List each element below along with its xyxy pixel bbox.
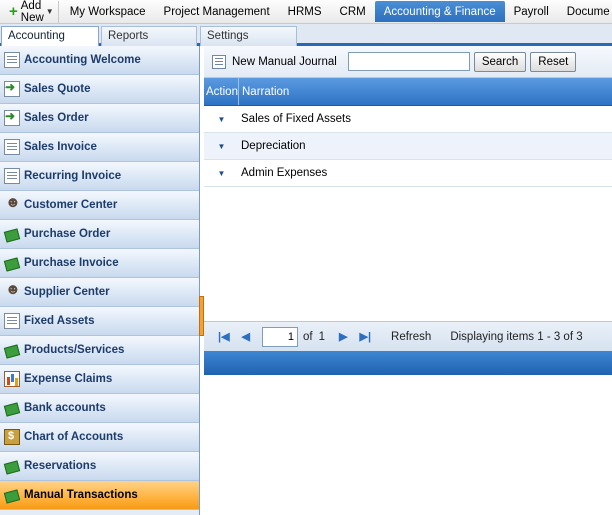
tab-settings[interactable]: Settings: [200, 26, 297, 46]
sales-quote-icon: [4, 80, 20, 97]
menu-crm[interactable]: CRM: [331, 1, 375, 23]
tab-reports[interactable]: Reports: [101, 26, 197, 46]
sidebar-item-label: Sales Order: [24, 112, 89, 124]
add-new-label: Add New: [20, 0, 44, 24]
table-row[interactable]: ▼ Sales of Fixed Assets: [204, 106, 612, 133]
purchase-invoice-icon: [4, 255, 20, 271]
menu-accounting-finance[interactable]: Accounting & Finance: [374, 1, 505, 22]
menu-payroll[interactable]: Payroll: [505, 1, 558, 23]
sidebar-item-bank-accounts[interactable]: Bank accounts: [0, 394, 199, 423]
detail-panel-header: [204, 351, 612, 375]
invoice-icon: [4, 139, 20, 155]
plus-icon: +: [9, 3, 18, 20]
sidebar-item-label: Purchase Order: [24, 228, 111, 240]
reset-button[interactable]: Reset: [530, 51, 577, 72]
sidebar-item-label: Sales Invoice: [24, 141, 97, 153]
tab-strip: Accounting Reports Settings: [0, 24, 612, 47]
recurring-invoice-icon: [4, 168, 20, 184]
first-page-icon[interactable]: |◀: [218, 330, 230, 343]
sidebar-item-label: Chart of Accounts: [24, 431, 124, 443]
customer-center-icon: [4, 194, 21, 213]
table-row[interactable]: ▼ Admin Expenses: [204, 160, 612, 187]
row-narration: Depreciation: [241, 140, 306, 152]
fixed-assets-icon: [4, 313, 20, 329]
manual-transactions-icon: [4, 487, 20, 503]
sidebar-item-label: Reservations: [24, 460, 97, 472]
menu-project-management[interactable]: Project Management: [155, 1, 279, 23]
sidebar-item-accounting-welcome[interactable]: Accounting Welcome: [0, 46, 199, 75]
new-journal-icon[interactable]: [212, 54, 226, 69]
grid-header: Action Narration: [204, 78, 612, 106]
sidebar-item-label: Supplier Center: [24, 286, 110, 298]
sidebar-item-label: Expense Claims: [24, 373, 113, 385]
column-header-narration[interactable]: Narration: [239, 78, 289, 105]
chart-of-accounts-icon: [4, 429, 20, 445]
purchase-order-icon: [4, 226, 20, 242]
sidebar-item-sales-invoice[interactable]: Sales Invoice: [0, 133, 199, 162]
sidebar-item-sales-order[interactable]: Sales Order: [0, 104, 199, 133]
sidebar-item-chart-of-accounts[interactable]: Chart of Accounts: [0, 423, 199, 452]
of-label: of: [303, 330, 313, 343]
page-number-input[interactable]: [262, 326, 299, 347]
pagination-bar: |◀ ◀ of 1 ▶ ▶| Refresh Displaying items …: [204, 321, 612, 351]
new-manual-journal-link[interactable]: New Manual Journal: [232, 56, 337, 68]
search-input[interactable]: [347, 52, 470, 71]
document-icon: [4, 52, 20, 68]
table-row[interactable]: ▼ Depreciation: [204, 133, 612, 160]
menu-documents[interactable]: Docume: [558, 1, 612, 23]
row-narration: Admin Expenses: [241, 167, 328, 179]
sidebar-item-label: Fixed Assets: [24, 315, 95, 327]
display-info: Displaying items 1 - 3 of 3: [450, 330, 583, 343]
sidebar-item-label: Bank accounts: [24, 402, 106, 414]
sidebar-item-label: Products/Services: [24, 344, 125, 356]
sidebar-item-recurring-invoice[interactable]: Recurring Invoice: [0, 162, 199, 191]
sidebar-item-label: Purchase Invoice: [24, 257, 119, 269]
sidebar-item-products-services[interactable]: Products/Services: [0, 336, 199, 365]
sidebar-item-label: Recurring Invoice: [24, 170, 122, 182]
sidebar-item-purchase-invoice[interactable]: Purchase Invoice: [0, 249, 199, 278]
sidebar-item-fixed-assets[interactable]: Fixed Assets: [0, 307, 199, 336]
reservations-icon: [4, 458, 20, 474]
column-header-action[interactable]: Action: [204, 78, 239, 105]
sidebar-item-customer-center[interactable]: Customer Center: [0, 191, 199, 220]
top-menu-bar: + Add New ▼ My Workspace Project Managem…: [0, 0, 612, 24]
sidebar-item-label: Manual Transactions: [24, 489, 138, 501]
previous-page-icon[interactable]: ◀: [242, 330, 250, 343]
sales-order-icon: [4, 109, 20, 126]
row-narration: Sales of Fixed Assets: [241, 113, 351, 125]
chevron-down-icon: ▼: [45, 7, 54, 16]
sidebar: Accounting Welcome Sales Quote Sales Ord…: [0, 46, 200, 515]
sidebar-item-manual-transactions[interactable]: Manual Transactions: [0, 481, 199, 510]
row-action-menu-icon[interactable]: ▼: [204, 169, 239, 178]
grid-body: ▼ Sales of Fixed Assets ▼ Depreciation ▼…: [204, 106, 612, 321]
total-pages: 1: [318, 330, 326, 343]
refresh-button[interactable]: Refresh: [391, 331, 431, 343]
bank-accounts-icon: [4, 400, 20, 416]
main-panel: New Manual Journal Search Reset Action N…: [204, 46, 612, 515]
sidebar-item-sales-quote[interactable]: Sales Quote: [0, 75, 199, 104]
products-services-icon: [4, 342, 20, 358]
search-button[interactable]: Search: [473, 51, 527, 72]
tab-accounting[interactable]: Accounting: [1, 26, 99, 47]
sidebar-item-supplier-center[interactable]: Supplier Center: [0, 278, 199, 307]
sidebar-item-reservations[interactable]: Reservations: [0, 452, 199, 481]
sidebar-item-purchase-order[interactable]: Purchase Order: [0, 220, 199, 249]
toolbar: New Manual Journal Search Reset: [204, 46, 612, 78]
last-page-icon[interactable]: ▶|: [359, 330, 371, 343]
menu-my-workspace[interactable]: My Workspace: [61, 1, 155, 23]
supplier-center-icon: [4, 281, 21, 300]
sidebar-item-expense-claims[interactable]: Expense Claims: [0, 365, 199, 394]
row-action-menu-icon[interactable]: ▼: [204, 142, 239, 151]
sidebar-item-label: Sales Quote: [24, 83, 91, 95]
sidebar-item-label: Accounting Welcome: [24, 54, 141, 66]
expense-claims-icon: [4, 371, 20, 387]
row-action-menu-icon[interactable]: ▼: [204, 115, 239, 124]
next-page-icon[interactable]: ▶: [339, 330, 347, 343]
menu-hrms[interactable]: HRMS: [279, 1, 331, 23]
add-new-button[interactable]: + Add New ▼: [0, 0, 59, 24]
sidebar-item-label: Customer Center: [24, 199, 118, 211]
